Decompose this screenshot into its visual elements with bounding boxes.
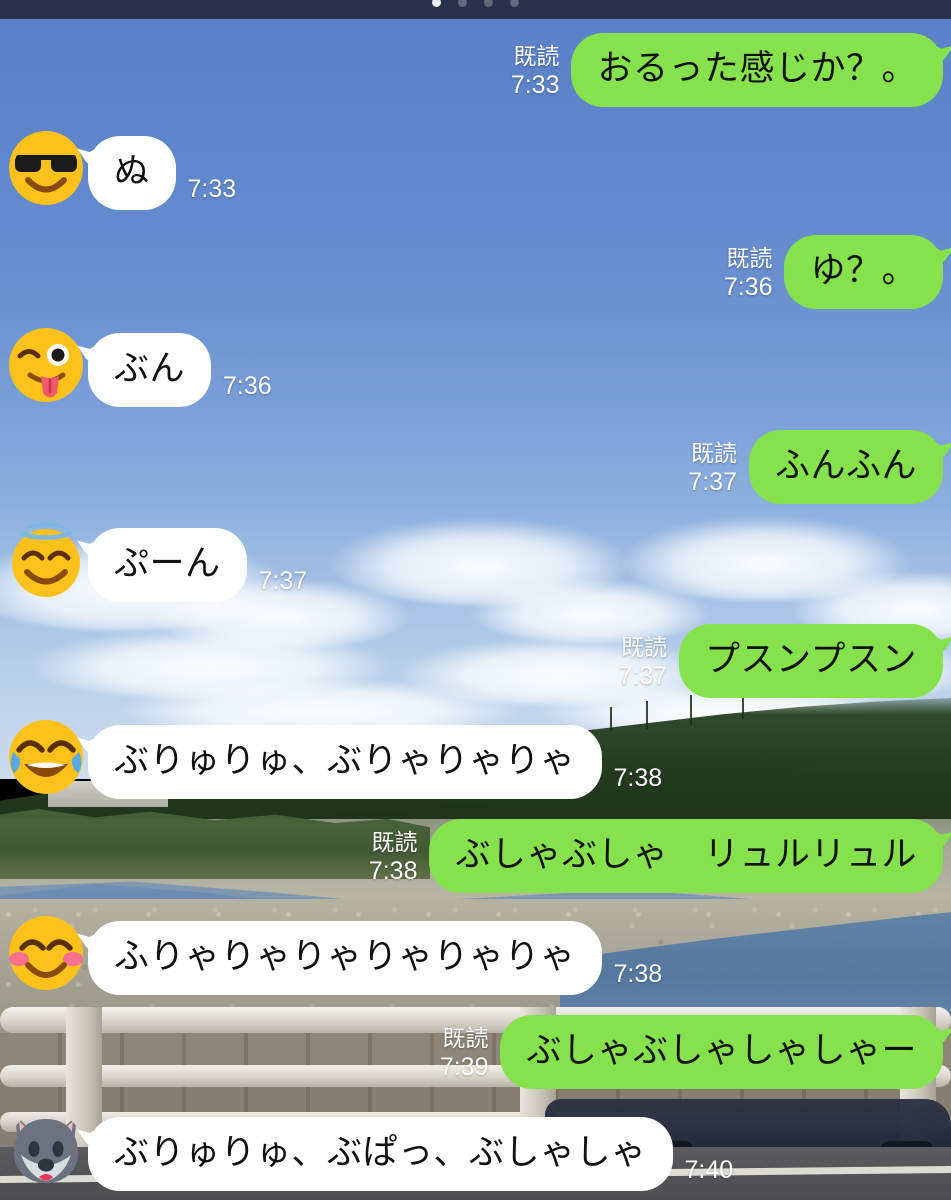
read-receipt: 既読 (442, 1025, 489, 1052)
message-row-incoming[interactable]: ぷーん 7:37 (8, 522, 307, 602)
message-bubble[interactable]: ぶしゃぶしゃ リュルリュル (429, 819, 943, 893)
page-dot-1[interactable] (432, 0, 441, 7)
message-bubble[interactable]: ぷーん (88, 528, 247, 602)
message-meta: 7:38 (614, 763, 663, 800)
message-meta: 7:36 (223, 371, 272, 408)
message-meta: 既読 7:37 (618, 633, 667, 698)
tears-of-joy-face-emoji-avatar[interactable] (8, 719, 84, 795)
message-row-outgoing[interactable]: ふんふん 既読 7:37 (688, 430, 943, 504)
halo-face-emoji-avatar[interactable] (8, 522, 84, 598)
timestamp: 7:38 (368, 857, 418, 886)
message-row-incoming[interactable]: ふりゃりゃりゃりゃりゃりゃ 7:38 (8, 915, 662, 995)
blushing-smiling-face-emoji-avatar[interactable] (8, 915, 84, 991)
read-receipt: 既読 (621, 634, 668, 661)
read-receipt: 既読 (726, 245, 773, 272)
chat-screen: おるった感じか？。 既読 7:33 ぬ 7:33 ゆ？。 既読 7:36 ぶん … (0, 0, 951, 1200)
message-meta: 既読 7:36 (724, 244, 773, 309)
message-meta: 7:38 (614, 959, 663, 996)
timestamp: 7:40 (684, 1155, 734, 1184)
message-bubble[interactable]: ふりゃりゃりゃりゃりゃりゃ (88, 921, 602, 995)
message-bubble[interactable]: プスンプスン (679, 624, 943, 698)
message-meta: 既読 7:39 (440, 1024, 489, 1089)
message-meta: 7:33 (188, 174, 237, 211)
message-bubble[interactable]: ぶりゅりゅ、ぶぱっ、ぶしゃしゃ (88, 1117, 673, 1191)
timestamp: 7:38 (613, 959, 663, 988)
message-bubble[interactable]: おるった感じか？。 (571, 33, 943, 107)
message-row-outgoing[interactable]: ぶしゃぶしゃ リュルリュル 既読 7:38 (369, 819, 943, 893)
read-receipt: 既読 (513, 43, 560, 70)
timestamp: 7:37 (618, 662, 668, 691)
page-dot-3[interactable] (484, 0, 493, 7)
page-dot-2[interactable] (458, 0, 467, 7)
status-bar (0, 0, 951, 19)
message-bubble[interactable]: ぶしゃぶしゃしゃしゃー (500, 1015, 943, 1089)
message-row-incoming[interactable]: ぶりゅりゅ、ぶぱっ、ぶしゃしゃ 7:40 (8, 1111, 733, 1191)
message-row-outgoing[interactable]: ゆ？。 既読 7:36 (724, 235, 943, 309)
message-meta: 7:37 (259, 566, 308, 603)
message-list[interactable]: おるった感じか？。 既読 7:33 ぬ 7:33 ゆ？。 既読 7:36 ぶん … (0, 19, 951, 1200)
winking-tongue-face-emoji-avatar[interactable] (8, 327, 84, 403)
message-meta: 既読 7:38 (369, 828, 418, 893)
timestamp: 7:38 (613, 763, 663, 792)
read-receipt: 既読 (371, 829, 418, 856)
message-bubble[interactable]: ぬ (88, 136, 176, 210)
message-bubble[interactable]: ぶりゅりゅ、ぶりゃりゃりゃ (88, 725, 602, 799)
message-row-incoming[interactable]: ぶん 7:36 (8, 327, 272, 407)
message-row-outgoing[interactable]: プスンプスン 既読 7:37 (618, 624, 943, 698)
wolf-face-emoji-avatar[interactable] (8, 1111, 84, 1187)
message-row-incoming[interactable]: ぶりゅりゅ、ぶりゃりゃりゃ 7:38 (8, 719, 662, 799)
timestamp: 7:36 (223, 371, 272, 400)
message-bubble[interactable]: ゆ？。 (784, 235, 943, 309)
page-indicator-dots[interactable] (432, 0, 519, 19)
read-receipt: 既読 (690, 440, 737, 467)
message-row-incoming[interactable]: ぬ 7:33 (8, 130, 236, 210)
timestamp: 7:37 (258, 566, 308, 595)
sunglasses-face-emoji-avatar[interactable] (8, 130, 84, 206)
timestamp: 7:33 (187, 174, 237, 203)
message-row-outgoing[interactable]: ぶしゃぶしゃしゃしゃー 既読 7:39 (440, 1015, 943, 1089)
message-meta: 既読 7:37 (688, 439, 737, 504)
message-row-outgoing[interactable]: おるった感じか？。 既読 7:33 (511, 33, 943, 107)
timestamp: 7:33 (510, 71, 560, 100)
timestamp: 7:36 (723, 273, 773, 302)
message-bubble[interactable]: ふんふん (748, 430, 943, 504)
message-bubble[interactable]: ぶん (88, 333, 212, 407)
timestamp: 7:39 (439, 1053, 489, 1082)
message-meta: 7:40 (685, 1155, 734, 1192)
message-meta: 既読 7:33 (511, 42, 560, 107)
timestamp: 7:37 (688, 468, 737, 497)
page-dot-4[interactable] (510, 0, 519, 7)
